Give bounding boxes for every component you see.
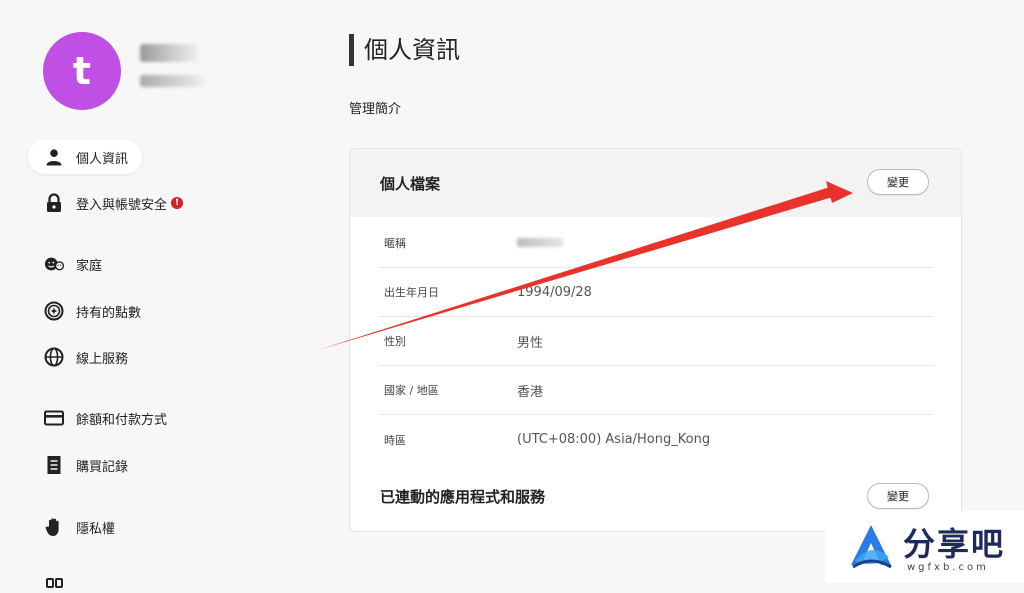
- points-icon: [44, 301, 64, 321]
- sidebar-item-security[interactable]: 登入與帳號安全 !: [28, 186, 197, 220]
- globe-icon: [44, 347, 64, 367]
- sidebar-item-personal-info[interactable]: 個人資訊: [28, 140, 143, 174]
- sidebar-item-label: 隱私權: [76, 521, 116, 537]
- card-icon: [44, 408, 64, 428]
- info-label: 出生年月日: [384, 286, 439, 299]
- info-row-timezone: 時區 (UTC+08:00) Asia/Hong_Kong: [378, 415, 933, 464]
- sidebar-item-label: 登入與帳號安全: [76, 197, 168, 213]
- sidebar-item-online-services[interactable]: 線上服務: [28, 340, 142, 374]
- watermark-text: 分享吧: [903, 525, 1006, 563]
- info-row-gender: 性別 男性: [378, 317, 933, 366]
- hand-icon: [44, 517, 64, 537]
- sidebar-item-label: 家庭: [76, 258, 103, 274]
- sidebar-item-purchase-history[interactable]: 購買記錄: [28, 448, 142, 482]
- avatar-letter: t: [72, 49, 92, 93]
- info-label: 時區: [384, 433, 406, 447]
- lock-icon: [44, 193, 64, 213]
- sidebar-item-privacy[interactable]: 隱私權: [28, 510, 129, 544]
- info-value: 男性: [517, 335, 544, 351]
- page-title: 個人資訊: [349, 34, 460, 66]
- sidebar-item-family[interactable]: 家庭: [28, 247, 116, 281]
- profile-card-title: 個人檔案: [380, 175, 441, 193]
- sidebar-item-label: 個人資訊: [76, 151, 129, 167]
- avatar[interactable]: t: [43, 32, 121, 110]
- info-label: 暱稱: [384, 237, 406, 250]
- profile-card-header: 個人檔案 變更: [350, 149, 961, 217]
- family-icon: [44, 254, 64, 274]
- page-subtitle: 管理簡介: [349, 102, 402, 117]
- info-value: (UTC+08:00) Asia/Hong_Kong: [517, 432, 711, 447]
- info-value-redacted: [517, 236, 563, 251]
- info-value: 香港: [517, 384, 544, 400]
- info-value: 1994/09/28: [517, 284, 592, 300]
- profile-card: 個人檔案 變更 暱稱 出生年月日 1994/09/28 性別 男性 國家 / 地…: [349, 148, 962, 532]
- linked-services-change-button[interactable]: 變更: [867, 483, 929, 509]
- profile-change-button[interactable]: 變更: [867, 169, 929, 195]
- profile-id-redacted: [140, 75, 206, 87]
- person-icon: [44, 147, 64, 167]
- sidebar-item-label: 線上服務: [76, 351, 129, 367]
- info-row-birthday: 出生年月日 1994/09/28: [378, 268, 933, 317]
- alert-badge: !: [171, 197, 184, 209]
- watermark: 分享吧 wgfxb.com: [825, 511, 1024, 583]
- sidebar-item-points[interactable]: 持有的點數: [28, 294, 155, 328]
- info-row-region: 國家 / 地區 香港: [378, 366, 933, 415]
- sidebar-item-payment[interactable]: 餘額和付款方式: [28, 401, 181, 435]
- grid-icon: [46, 574, 64, 588]
- profile-name-redacted: [140, 44, 198, 62]
- sidebar-item-label: 購買記錄: [76, 459, 129, 475]
- linked-services-title: 已連動的應用程式和服務: [380, 488, 546, 506]
- info-label: 性別: [384, 335, 406, 348]
- info-row-nickname: 暱稱: [378, 219, 933, 268]
- info-label: 國家 / 地區: [384, 384, 439, 397]
- watermark-logo-icon: [851, 525, 892, 569]
- sidebar-item-label: 餘額和付款方式: [76, 412, 168, 428]
- receipt-icon: [44, 455, 64, 475]
- sidebar-item-label: 持有的點數: [76, 305, 142, 321]
- watermark-url: wgfxb.com: [907, 562, 989, 573]
